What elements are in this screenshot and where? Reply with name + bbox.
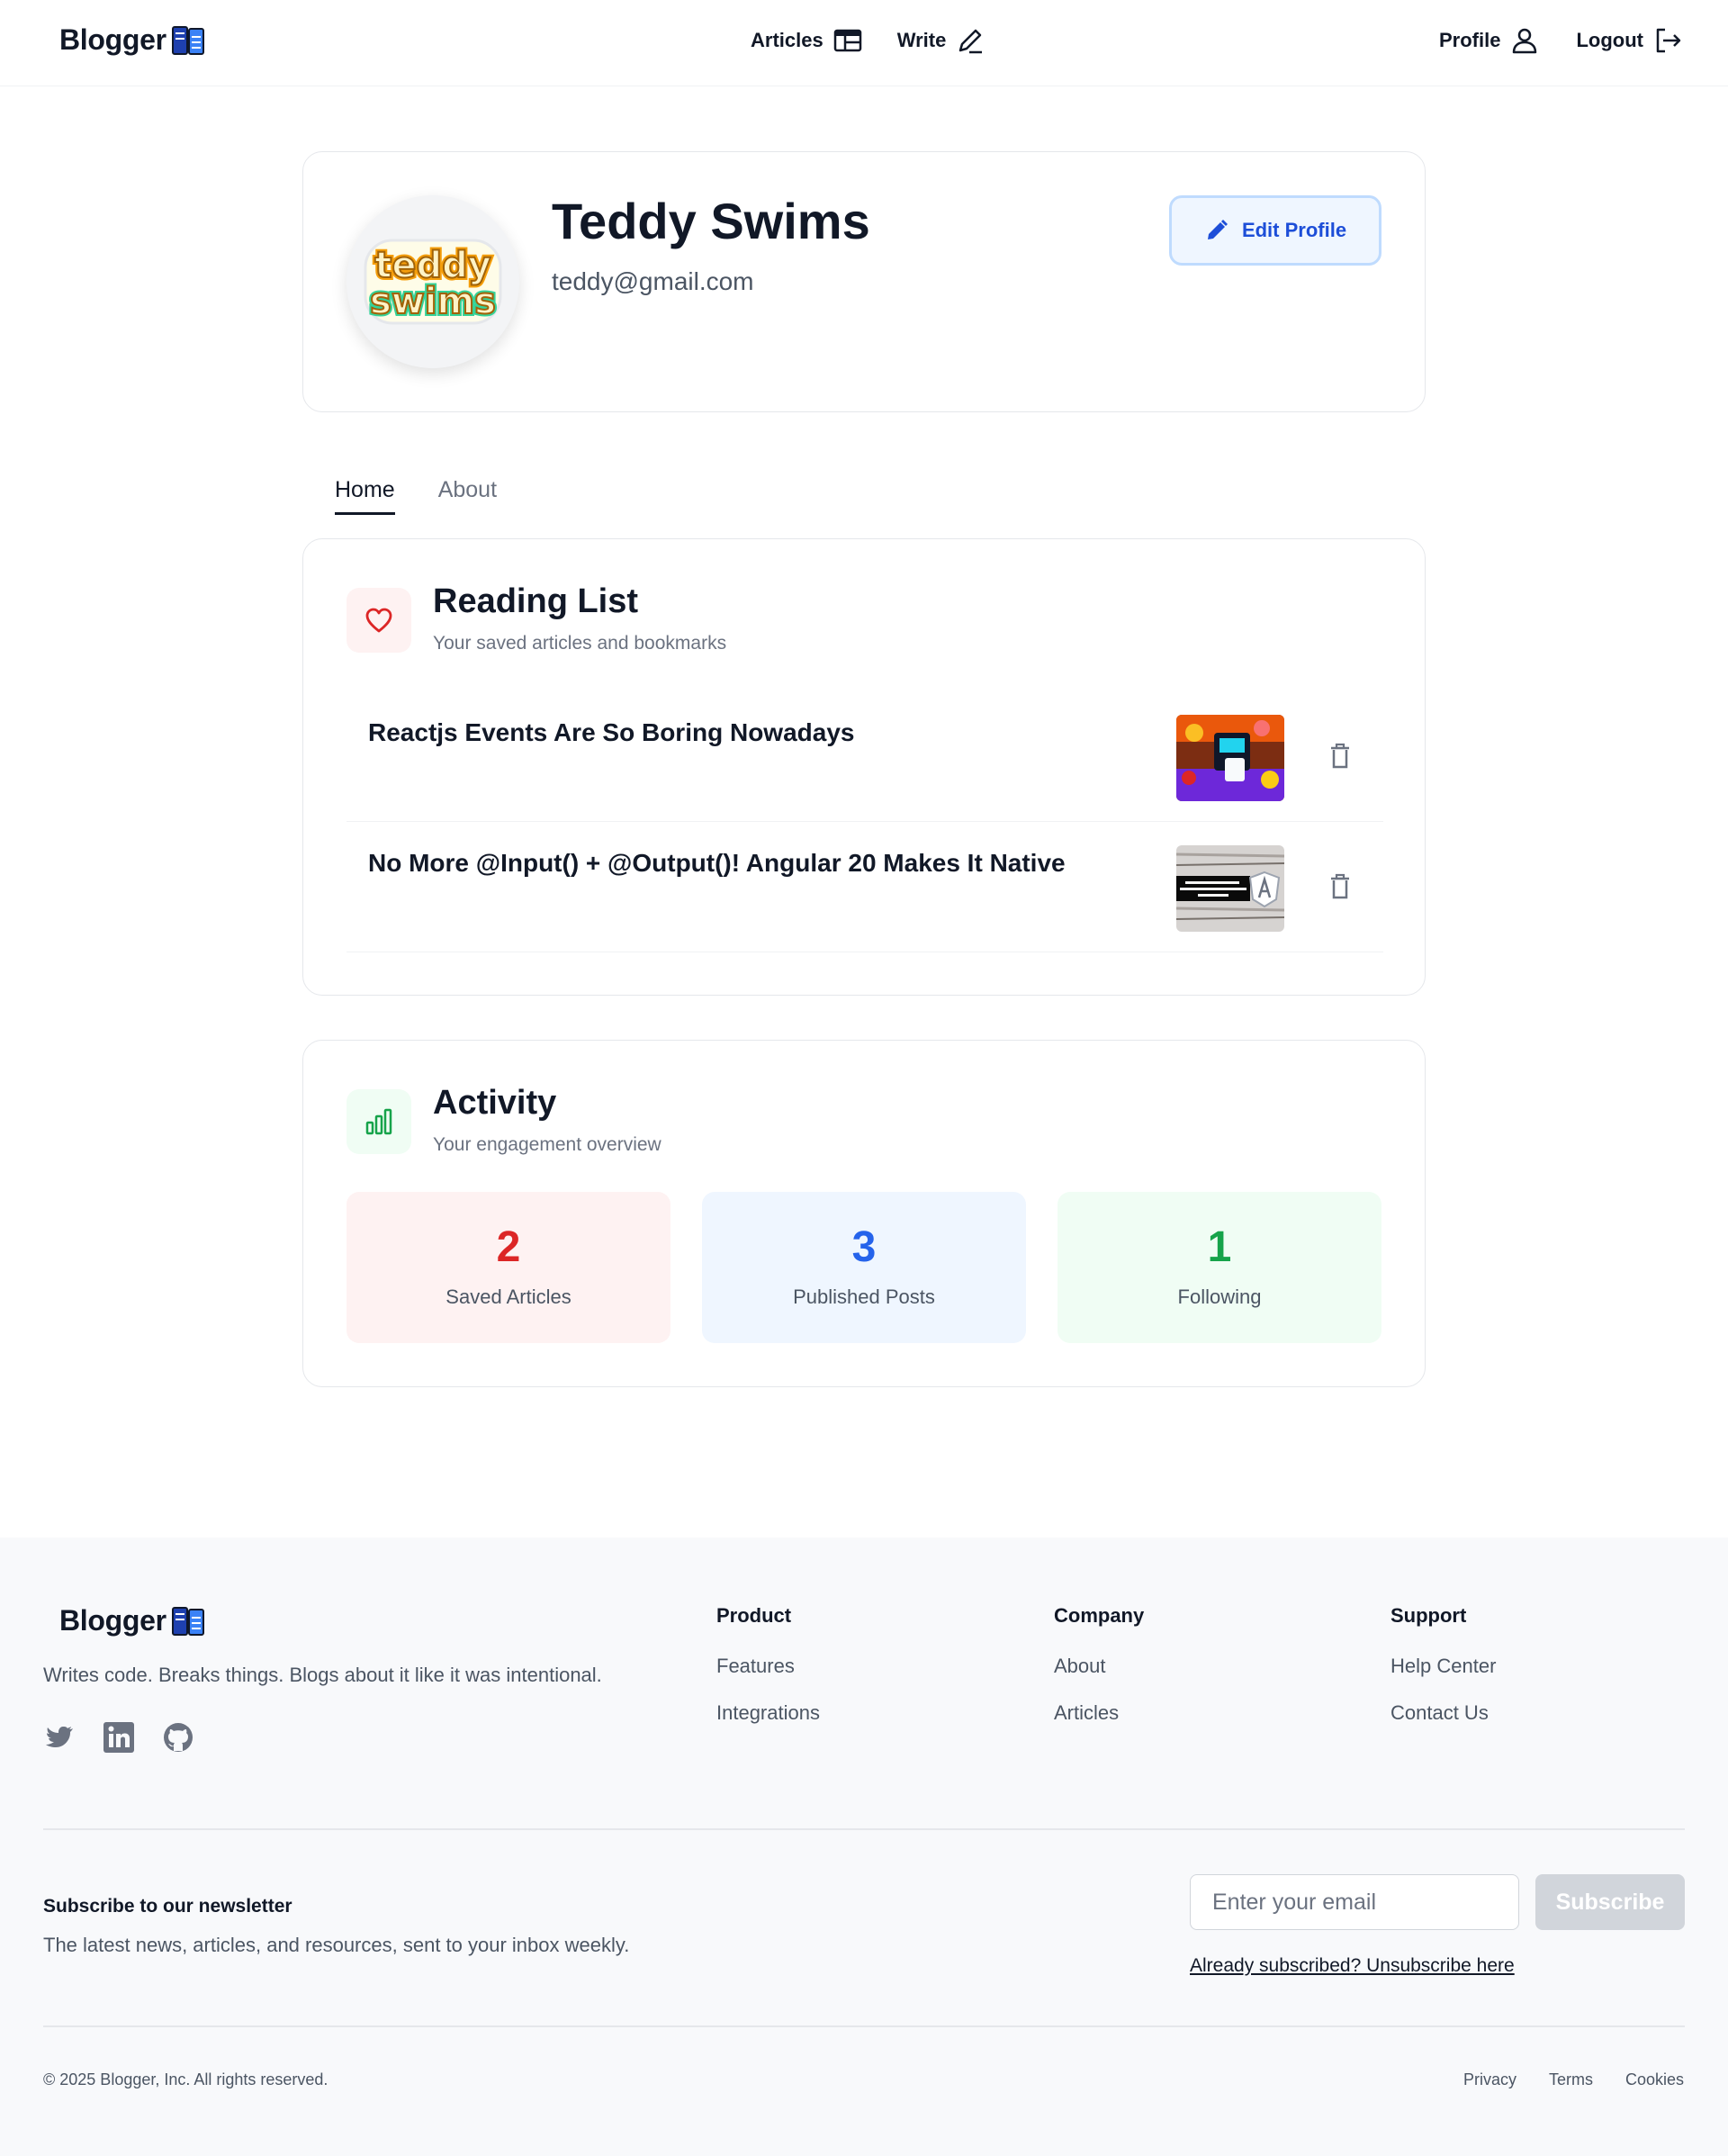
stat-label: Saved Articles — [446, 1285, 572, 1308]
footer-link-articles[interactable]: Articles — [1054, 1701, 1144, 1725]
stat-published-posts[interactable]: 3 Published Posts — [702, 1192, 1026, 1343]
tab-about[interactable]: About — [438, 477, 497, 515]
footer-col-title: Product — [716, 1604, 792, 1627]
article-title[interactable]: No More @Input() + @Output()! Angular 20… — [368, 849, 1066, 878]
legal-link-cookies[interactable]: Cookies — [1625, 2070, 1684, 2089]
footer-col-support: Support Help Center Contact Us — [1390, 1604, 1496, 1748]
trash-icon[interactable] — [1322, 869, 1358, 905]
activity-title: Activity — [433, 1084, 557, 1122]
trash-icon[interactable] — [1322, 738, 1358, 774]
legal-link-privacy[interactable]: Privacy — [1463, 2070, 1516, 2089]
social-links — [43, 1721, 194, 1754]
avatar-logo-image: teddy teddy swims swims — [364, 239, 502, 325]
linkedin-icon[interactable] — [103, 1721, 135, 1754]
legal-links: Privacy Terms Cookies — [1463, 2070, 1684, 2089]
logo-icon — [171, 25, 204, 55]
newspaper-icon — [833, 29, 861, 52]
user-icon — [1513, 28, 1537, 54]
stat-saved-articles[interactable]: 2 Saved Articles — [346, 1192, 670, 1343]
reading-list-card: Reading List Your saved articles and boo… — [302, 538, 1426, 996]
pencil-icon — [959, 29, 983, 54]
footer-link-contact-us[interactable]: Contact Us — [1390, 1701, 1496, 1725]
article-thumbnail[interactable] — [1176, 845, 1284, 932]
article-thumbnail[interactable] — [1176, 715, 1284, 801]
avatar[interactable]: teddy teddy swims swims — [346, 195, 519, 368]
activity-subtitle: Your engagement overview — [433, 1134, 662, 1155]
copyright: © 2025 Blogger, Inc. All rights reserved… — [43, 2070, 328, 2088]
nav-write[interactable]: Write — [897, 25, 986, 56]
footer-col-title: Company — [1054, 1604, 1145, 1627]
footer-divider — [43, 1828, 1685, 1830]
unsubscribe-link[interactable]: Already subscribed? Unsubscribe here — [1190, 1955, 1515, 1977]
edit-profile-button[interactable]: Edit Profile — [1169, 195, 1382, 266]
newsletter-subtitle: The latest news, articles, and resources… — [43, 1934, 630, 1956]
footer-col-title: Support — [1390, 1604, 1467, 1627]
profile-card: teddy teddy swims swims Teddy Swims tedd… — [302, 151, 1426, 412]
bar-chart-icon — [346, 1089, 411, 1154]
footer-link-about[interactable]: About — [1054, 1655, 1144, 1678]
logo[interactable]: Blogger — [59, 23, 204, 57]
reading-list-title: Reading List — [433, 582, 639, 620]
edit-profile-label: Edit Profile — [1241, 219, 1347, 241]
footer-logo[interactable]: Blogger — [59, 1604, 204, 1637]
tab-home[interactable]: Home — [335, 477, 395, 515]
footer: Blogger Writes code. Breaks things. Blog… — [0, 1538, 1728, 2156]
reading-list-subtitle: Your saved articles and bookmarks — [433, 633, 727, 654]
logo-text: Blogger — [59, 23, 166, 56]
nav-articles[interactable]: Articles — [751, 25, 863, 56]
nav-write-label: Write — [896, 29, 947, 51]
subscribe-button[interactable]: Subscribe — [1535, 1874, 1685, 1930]
heart-icon — [346, 588, 411, 653]
legal-link-terms[interactable]: Terms — [1549, 2070, 1593, 2089]
pencil-icon — [1207, 220, 1228, 239]
twitter-icon[interactable] — [43, 1721, 76, 1754]
newsletter-title: Subscribe to our newsletter — [43, 1896, 292, 1917]
nav-logout[interactable]: Logout — [1576, 25, 1683, 56]
stat-label: Following — [1177, 1285, 1262, 1308]
footer-link-help-center[interactable]: Help Center — [1390, 1655, 1496, 1678]
footer-col-company: Company About Articles — [1054, 1604, 1144, 1748]
nav-profile[interactable]: Profile — [1439, 25, 1540, 56]
stat-label: Published Posts — [793, 1285, 935, 1308]
stat-following[interactable]: 1 Following — [1058, 1192, 1382, 1343]
newsletter-email-input[interactable] — [1190, 1874, 1519, 1930]
footer-col-product: Product Features Integrations — [716, 1604, 820, 1748]
profile-email: teddy@gmail.com — [552, 267, 754, 295]
logout-icon — [1656, 28, 1681, 53]
stat-value: 3 — [851, 1223, 877, 1271]
footer-divider — [43, 2025, 1685, 2027]
list-item[interactable]: Reactjs Events Are So Boring Nowadays — [346, 691, 1383, 822]
footer-link-features[interactable]: Features — [716, 1655, 820, 1678]
svg-text:swims: swims — [370, 281, 496, 322]
stat-value: 1 — [1207, 1223, 1232, 1271]
list-item[interactable]: No More @Input() + @Output()! Angular 20… — [346, 822, 1383, 952]
footer-tagline: Writes code. Breaks things. Blogs about … — [43, 1664, 602, 1686]
nav-profile-label: Profile — [1439, 29, 1501, 51]
logo-icon — [171, 1606, 204, 1636]
footer-logo-text: Blogger — [59, 1604, 166, 1637]
stat-value: 2 — [496, 1223, 521, 1271]
nav-logout-label: Logout — [1576, 29, 1643, 51]
profile-name: Teddy Swims — [552, 193, 870, 249]
top-navbar: Blogger Articles Write Profile Logout — [0, 0, 1728, 86]
github-icon[interactable] — [162, 1721, 194, 1754]
footer-link-integrations[interactable]: Integrations — [716, 1701, 820, 1725]
article-title[interactable]: Reactjs Events Are So Boring Nowadays — [368, 718, 854, 747]
activity-card: Activity Your engagement overview 2 Save… — [302, 1040, 1426, 1387]
nav-articles-label: Articles — [751, 29, 824, 51]
profile-tabs: Home About — [335, 477, 497, 515]
